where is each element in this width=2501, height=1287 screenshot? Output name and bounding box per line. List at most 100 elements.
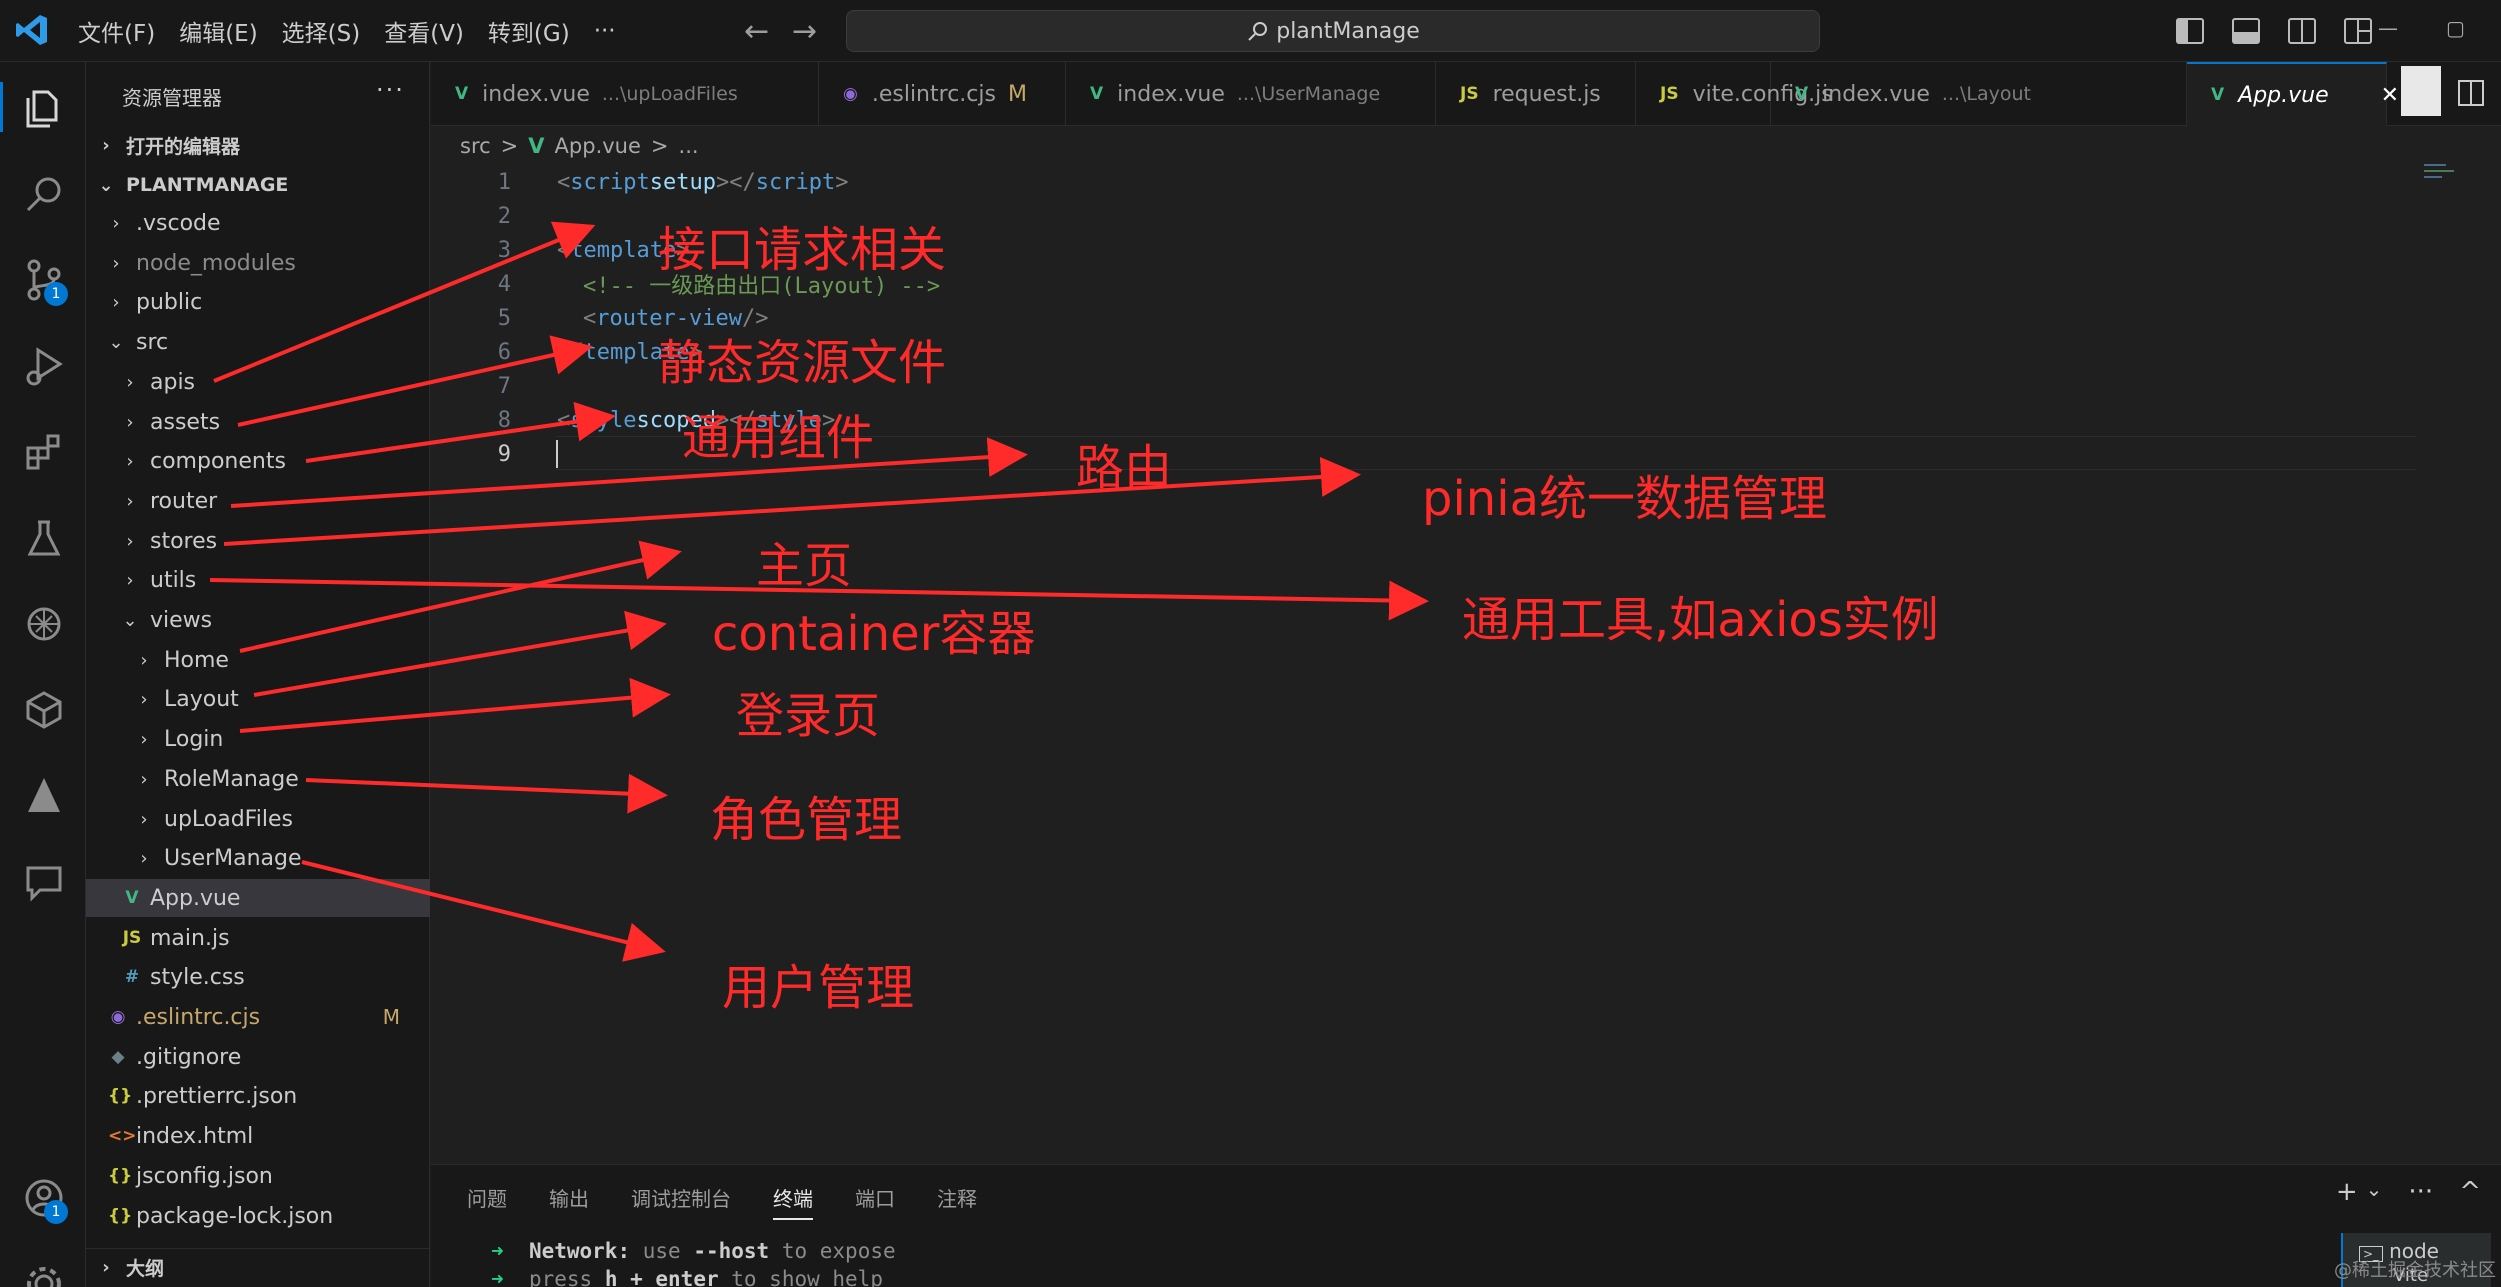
panel-tab-output[interactable]: 输出 xyxy=(549,1183,589,1220)
tab-7[interactable]: V App.vue ✕ xyxy=(2187,62,2399,126)
tree-item-label: App.vue xyxy=(150,885,241,911)
tab-4[interactable]: JS request.js xyxy=(1436,62,1636,126)
tree-item-prettierrc-json[interactable]: {} .prettierrc.json xyxy=(86,1077,430,1115)
tree-item-package-lock-json[interactable]: {} package-lock.json xyxy=(86,1197,430,1235)
explorer-icon[interactable] xyxy=(22,86,66,130)
run-debug-icon[interactable] xyxy=(22,344,66,388)
outline-section[interactable]: › 大纲 xyxy=(86,1248,430,1286)
code-token: style xyxy=(570,407,637,433)
tab-3[interactable]: Vindex.vue ...\UserManage xyxy=(1066,62,1436,126)
menu-selection[interactable]: 选择(S) xyxy=(270,14,373,48)
nav-forward-button[interactable]: → xyxy=(792,14,817,49)
testing-icon[interactable] xyxy=(22,516,66,560)
tree-item-label: utils xyxy=(150,567,197,593)
breadcrumb-file[interactable]: App.vue xyxy=(555,134,641,158)
customize-layout-icon[interactable] xyxy=(2344,18,2372,44)
menu-more[interactable]: ··· xyxy=(582,18,628,44)
tree-item-jsconfig-json[interactable]: {} jsconfig.json xyxy=(86,1157,430,1195)
tab-2[interactable]: ◉ .eslintrc.cjs M xyxy=(819,62,1066,126)
annotation-components: 通用组件 xyxy=(682,410,875,466)
panel-tab-debug-console[interactable]: 调试控制台 xyxy=(631,1183,731,1220)
tree-item-public[interactable]: › public xyxy=(86,283,430,321)
code-token: script xyxy=(755,169,836,195)
project-section[interactable]: ⌄ PLANTMANAGE xyxy=(86,166,430,204)
vscode-logo-icon[interactable] xyxy=(14,12,50,48)
tree-item-rolemanage[interactable]: › RoleManage xyxy=(86,760,430,798)
menu-edit[interactable]: 编辑(E) xyxy=(167,14,269,48)
close-icon[interactable]: ✕ xyxy=(2381,83,2399,108)
js-file-icon: JS xyxy=(1460,84,1479,104)
search-text: plantManage xyxy=(1276,18,1420,44)
tree-item-app-vue[interactable]: V App.vue xyxy=(86,879,430,917)
tree-item-utils[interactable]: › utils xyxy=(86,561,430,599)
panel-tab-comments[interactable]: 注释 xyxy=(937,1183,977,1220)
sidebar-more-button[interactable]: ··· xyxy=(376,76,405,104)
toggle-panel-icon[interactable] xyxy=(2232,18,2260,44)
tree-item-index-html[interactable]: <> index.html xyxy=(86,1117,430,1155)
vue-file-icon: V xyxy=(2211,85,2225,105)
nav-back-button[interactable]: ← xyxy=(744,14,769,49)
menu-go[interactable]: 转到(G) xyxy=(476,14,582,48)
outline-label: 大纲 xyxy=(126,1258,165,1280)
open-editors-section[interactable]: › 打开的编辑器 xyxy=(86,126,430,164)
tree-item-node-modules[interactable]: › node_modules xyxy=(86,244,430,282)
tree-item-src[interactable]: ⌄ src xyxy=(86,323,430,361)
split-editor-icon[interactable] xyxy=(2456,78,2486,108)
box-icon[interactable] xyxy=(22,688,66,732)
tree-item-main-js[interactable]: JS main.js xyxy=(86,919,430,957)
comment-icon[interactable] xyxy=(22,860,66,904)
tree-item-style-css[interactable]: # style.css xyxy=(86,958,430,996)
tree-item-label: .prettierrc.json xyxy=(136,1083,298,1109)
code-token: < xyxy=(557,169,571,195)
tree-item-stores[interactable]: › stores xyxy=(86,522,430,560)
tree-item-components[interactable]: › components xyxy=(86,442,430,480)
search-icon[interactable] xyxy=(22,172,66,216)
toggle-secondary-sidebar-icon[interactable] xyxy=(2288,18,2316,44)
maximize-button[interactable]: ▢ xyxy=(2446,16,2465,40)
tree-item-usermanage[interactable]: › UserManage xyxy=(86,839,430,877)
breadcrumb-src[interactable]: src xyxy=(460,134,491,158)
minimap[interactable] xyxy=(2424,162,2464,182)
tree-item-router[interactable]: › router xyxy=(86,482,430,520)
tree-item-label: Layout xyxy=(164,686,239,712)
panel-tab-problems[interactable]: 问题 xyxy=(467,1183,507,1220)
tree-item-gitignore[interactable]: ◆ .gitignore xyxy=(86,1038,430,1076)
menu-file[interactable]: 文件(F) xyxy=(66,14,167,48)
chevron-right-icon: › xyxy=(140,728,148,750)
tab-1[interactable]: Vindex.vue ...\upLoadFiles xyxy=(431,62,819,126)
tree-item-uploadfiles[interactable]: › upLoadFiles xyxy=(86,800,430,838)
panel-more-button[interactable]: ··· xyxy=(2408,1177,2433,1207)
chevron-right-icon: › xyxy=(140,688,148,710)
tree-item-label: src xyxy=(136,329,169,355)
account-badge: 1 xyxy=(44,1200,68,1224)
tree-item-home[interactable]: › Home xyxy=(86,641,430,679)
tab-5[interactable]: JS vite.config.js xyxy=(1636,62,1833,126)
tree-item-label: RoleManage xyxy=(164,766,299,792)
tree-icon[interactable] xyxy=(22,774,66,818)
tree-item-login[interactable]: › Login xyxy=(86,720,430,758)
terminal-dropdown-button[interactable]: ⌄ xyxy=(2366,1177,2383,1207)
maximize-panel-button[interactable]: ^ xyxy=(2459,1177,2481,1207)
tree-item-vscode[interactable]: › .vscode xyxy=(86,204,430,242)
tree-item-eslintrc-cjs[interactable]: ◉ .eslintrc.cjs M xyxy=(86,998,430,1036)
tree-item-views[interactable]: ⌄ views xyxy=(86,601,430,639)
tree-item-assets[interactable]: › assets xyxy=(86,403,430,441)
code-token: setup xyxy=(649,169,716,195)
breadcrumb-more[interactable]: ... xyxy=(679,134,699,158)
settings-icon[interactable] xyxy=(22,1262,66,1287)
openai-icon[interactable] xyxy=(22,602,66,646)
extensions-icon[interactable] xyxy=(22,430,66,474)
menu-view[interactable]: 查看(V) xyxy=(372,14,476,48)
panel-tab-terminal[interactable]: 终端 xyxy=(773,1183,813,1220)
toggle-sidebar-icon[interactable] xyxy=(2176,18,2204,44)
tree-item-apis[interactable]: › apis xyxy=(86,363,430,401)
panel-tab-ports[interactable]: 端口 xyxy=(855,1183,895,1220)
new-terminal-button[interactable]: + xyxy=(2336,1177,2358,1207)
minimize-button[interactable]: — xyxy=(2378,16,2398,40)
command-center-search[interactable]: plantManage xyxy=(846,10,1820,52)
tab-6[interactable]: Vindex.vue ...\Layout xyxy=(1771,62,2187,126)
tree-item-label: .eslintrc.cjs xyxy=(136,1004,261,1030)
tree-item-layout[interactable]: › Layout xyxy=(86,680,430,718)
eslint-file-icon: ◉ xyxy=(110,1007,126,1027)
annotation-role: 角色管理 xyxy=(710,792,903,848)
